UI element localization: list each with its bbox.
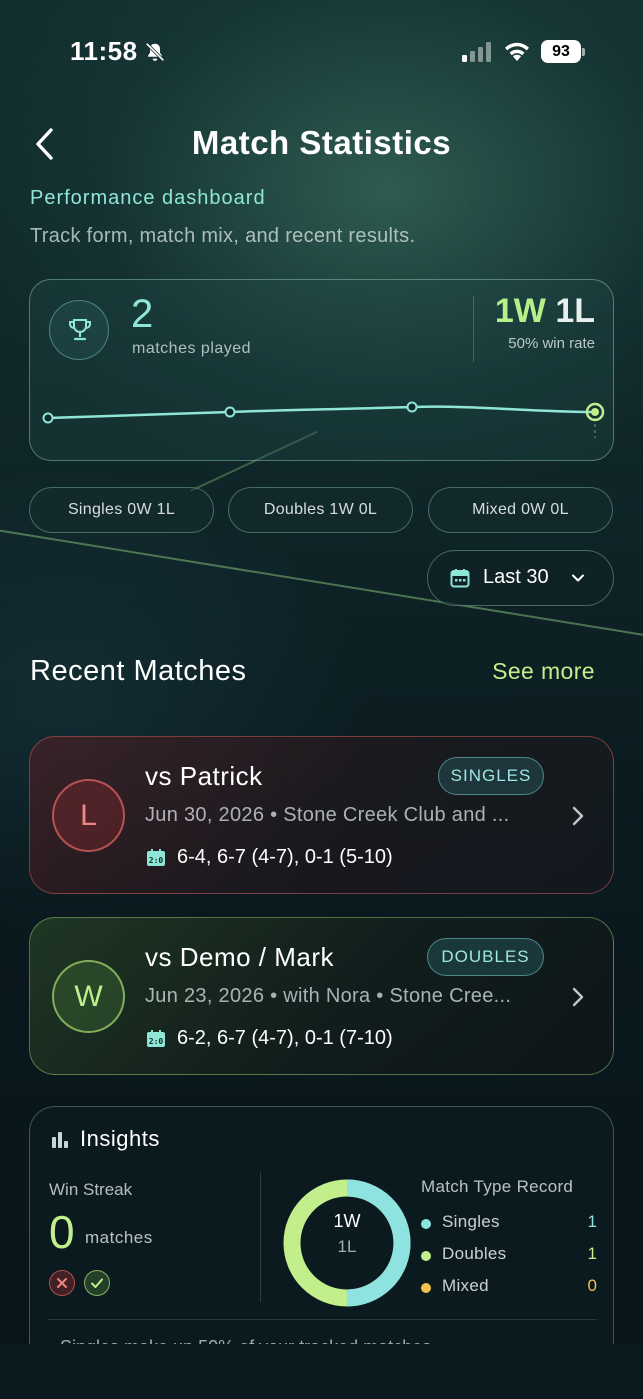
battery-cap <box>582 48 585 56</box>
insights-title: Insights <box>80 1126 160 1151</box>
match-score: 6-2, 6-7 (4-7), 0-1 (7-10) <box>177 1027 393 1049</box>
win-streak-unit: matches <box>85 1228 153 1247</box>
match-type-badge: DOUBLES <box>427 938 544 976</box>
result-badge-win: W <box>52 960 125 1033</box>
date-range-select[interactable]: Last 30 <box>427 550 614 606</box>
insights-divider <box>260 1172 261 1302</box>
legend-dot <box>421 1219 431 1229</box>
losses-count: 1L <box>555 292 595 330</box>
match-type-badge: SINGLES <box>438 757 544 795</box>
legend-value: 1 <box>587 1244 597 1263</box>
match-meta: Jun 30, 2026 • Stone Creek Club and ... <box>145 804 510 826</box>
legend-mixed: Mixed 0 <box>421 1275 597 1299</box>
chevron-right-icon <box>572 987 584 1007</box>
donut-wins: 1W <box>333 1211 361 1231</box>
matches-played-label: matches played <box>132 340 252 357</box>
chip-doubles[interactable]: Doubles 1W 0L <box>228 487 413 533</box>
trend-point <box>42 412 54 424</box>
chevron-down-icon <box>572 574 584 582</box>
legend-doubles: Doubles 1 <box>421 1243 597 1267</box>
match-opponent: vs Demo / Mark <box>145 942 335 972</box>
svg-text:2:0: 2:0 <box>149 856 164 865</box>
legend-value: 1 <box>587 1212 597 1231</box>
recent-matches-heading: Recent Matches <box>30 655 247 687</box>
bar-chart-icon <box>52 1132 68 1148</box>
legend-value: 0 <box>587 1276 597 1295</box>
date-range-label: Last 30 <box>483 566 549 588</box>
match-score: 6-4, 6-7 (4-7), 0-1 (5-10) <box>177 846 393 868</box>
legend-dot <box>421 1251 431 1261</box>
win-rate: 50% win rate <box>508 335 595 352</box>
summary-divider <box>473 296 474 362</box>
match-meta: Jun 23, 2026 • with Nora • Stone Cree... <box>145 985 512 1007</box>
match-statistics-screen: 11:58 93 Match Statistics Performance da… <box>0 0 643 1399</box>
status-time: 11:58 <box>70 36 138 66</box>
scoreboard-icon: 2:0 <box>147 849 165 866</box>
streak-win-marker <box>84 1270 110 1296</box>
check-icon <box>91 1278 103 1288</box>
chip-mixed[interactable]: Mixed 0W 0L <box>428 487 613 533</box>
chevron-right-icon <box>572 806 584 826</box>
calendar-icon <box>450 569 470 588</box>
trophy-badge <box>49 300 109 360</box>
svg-text:2:0: 2:0 <box>149 1037 164 1046</box>
see-more-link[interactable]: See more <box>492 658 595 685</box>
page-subtitle: Performance dashboard <box>30 187 266 209</box>
legend-dot <box>421 1283 431 1293</box>
bell-slash-icon <box>145 42 165 62</box>
wifi-icon <box>505 42 529 61</box>
insights-separator <box>48 1319 597 1320</box>
summary-card: 2 matches played 1W 1L 50% win rate <box>29 279 614 461</box>
match-card[interactable]: W vs Demo / Mark DOUBLES Jun 23, 2026 • … <box>29 917 614 1075</box>
x-icon <box>57 1278 67 1288</box>
form-trend-line <box>42 401 605 438</box>
page-title: Match Statistics <box>191 124 452 161</box>
scroll-clip <box>0 1344 643 1399</box>
donut-losses: 1L <box>337 1237 357 1256</box>
chip-singles[interactable]: Singles 0W 1L <box>29 487 214 533</box>
match-type-record-title: Match Type Record <box>421 1177 574 1196</box>
battery-level: 93 <box>541 40 581 63</box>
trend-point <box>406 401 418 413</box>
battery-indicator: 93 <box>541 40 585 63</box>
wins-count: 1W <box>494 292 546 330</box>
match-card[interactable]: L vs Patrick SINGLES Jun 30, 2026 • Ston… <box>29 736 614 894</box>
win-streak-value: 0 <box>49 1206 75 1258</box>
trophy-icon <box>69 319 91 341</box>
result-badge-loss: L <box>52 779 125 852</box>
page-description: Track form, match mix, and recent result… <box>30 225 416 247</box>
streak-loss-marker <box>49 1270 75 1296</box>
cellular-signal-icon <box>462 42 491 62</box>
legend-label: Singles <box>442 1212 500 1231</box>
trend-point <box>224 406 236 418</box>
win-streak-label: Win Streak <box>49 1180 133 1199</box>
legend-singles: Singles 1 <box>421 1211 597 1235</box>
legend-label: Mixed <box>442 1276 489 1295</box>
scoreboard-icon: 2:0 <box>147 1030 165 1047</box>
win-loss-record: 1W 1L <box>495 292 595 331</box>
matches-played-count: 2 <box>131 292 154 336</box>
match-opponent: vs Patrick <box>145 761 263 791</box>
legend-label: Doubles <box>442 1244 507 1263</box>
